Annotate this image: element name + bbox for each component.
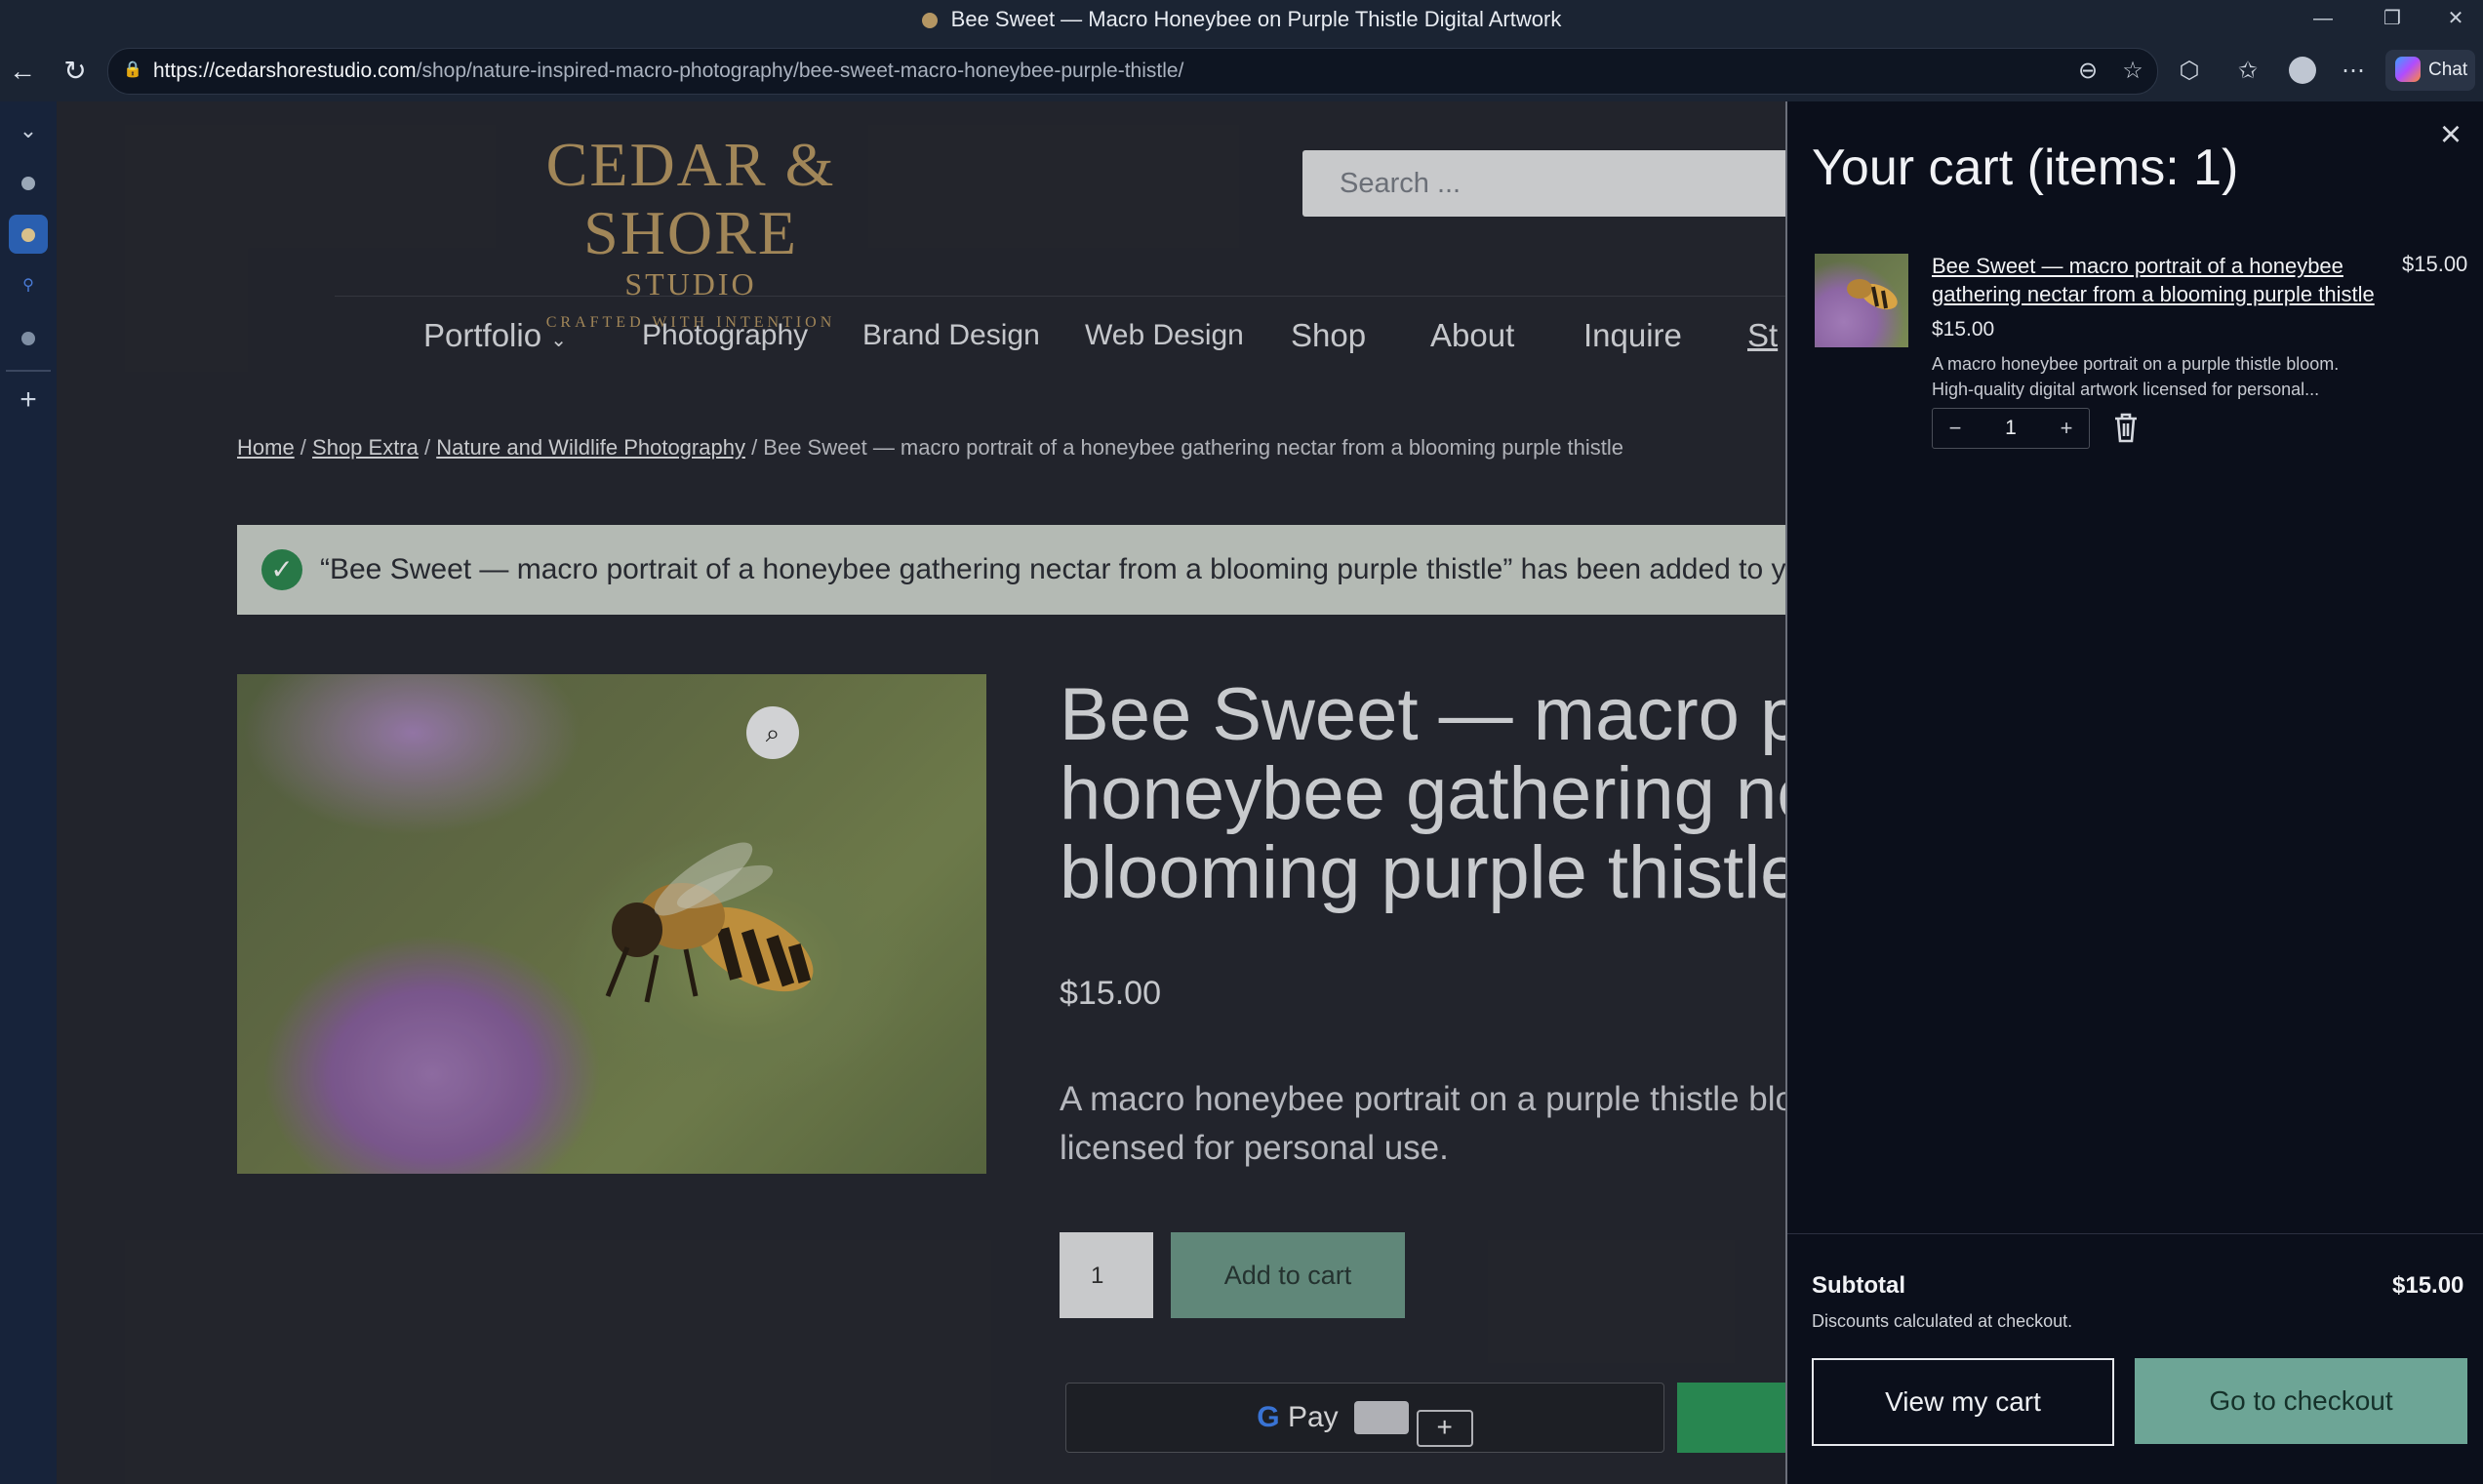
tab-favicon-icon[interactable] [9,163,48,202]
restore-icon[interactable]: ❐ [2365,0,2420,37]
cart-heading: Your cart (items: 1) [1812,140,2239,196]
collapse-chevron-icon[interactable]: ⌄ [9,111,48,150]
close-icon[interactable]: × [2431,115,2470,154]
url-domain: https://cedarshorestudio.com [153,60,417,82]
window-close-icon[interactable]: ✕ [2428,0,2483,37]
quantity-value[interactable]: 1 [1978,409,2044,448]
thumbnail-bee-icon [1847,279,1898,310]
subtotal-value: $15.00 [2392,1272,2464,1299]
cart-footer-divider [1787,1233,2483,1234]
vertical-tabs-sidebar: ⌄ ⚲ + [0,101,57,1484]
subtotal-label: Subtotal [1812,1272,1905,1299]
search-tab-icon[interactable]: ⚲ [9,266,48,305]
window-title-text: Bee Sweet — Macro Honeybee on Purple Thi… [950,7,1562,31]
increase-quantity-button[interactable]: + [2044,409,2089,448]
active-tab-favicon-icon[interactable] [9,215,48,254]
tab-favicon-icon-2[interactable] [9,318,48,357]
reader-icon[interactable]: ⊖ [2071,55,2104,88]
discount-note: Discounts calculated at checkout. [1812,1311,2073,1331]
site-favicon-icon [921,13,938,28]
cart-item-description: A macro honeybee portrait on a purple th… [1932,354,2340,399]
cart-item-line-total: $15.00 [2402,252,2468,276]
chat-label: Chat [2428,60,2468,80]
page-dim-overlay[interactable] [57,101,1785,1484]
quantity-stepper: − 1 + [1932,408,2090,449]
favorites-icon[interactable]: ✩ [2231,55,2264,88]
trash-icon[interactable] [2109,410,2143,445]
copilot-chat-button[interactable]: Chat [2385,50,2475,91]
browser-title-bar: Bee Sweet — Macro Honeybee on Purple Thi… [0,0,2483,37]
sidebar-divider [6,370,51,372]
minimize-icon[interactable]: — [2296,0,2350,37]
checkout-button[interactable]: Go to checkout [2135,1358,2467,1444]
url-path: /shop/nature-inspired-macro-photography/… [416,60,1184,82]
reload-icon[interactable]: ↻ [59,55,92,88]
more-options-icon[interactable]: ⋯ [2337,55,2370,88]
cart-item-price: $15.00 [1932,318,1995,341]
copilot-icon [2395,57,2421,82]
view-cart-button[interactable]: View my cart [1812,1358,2114,1446]
lock-icon: 🔒 [123,61,142,78]
cart-drawer: × Your cart (items: 1) Bee Sweet — macro… [1785,101,2483,1484]
url-text[interactable]: https://cedarshorestudio.com/shop/nature… [153,49,1183,94]
extensions-icon[interactable]: ⬡ [2173,55,2206,88]
cart-item-thumbnail[interactable] [1815,254,1908,347]
window-title: Bee Sweet — Macro Honeybee on Purple Thi… [0,0,2483,37]
decrease-quantity-button[interactable]: − [1933,409,1978,448]
favorite-star-icon[interactable]: ☆ [2116,55,2149,88]
profile-avatar-icon[interactable] [2286,55,2319,88]
back-arrow-icon[interactable]: ← [6,55,39,88]
cart-item-name-link[interactable]: Bee Sweet — macro portrait of a honeybee… [1932,252,2390,308]
new-tab-plus-icon[interactable]: + [9,381,48,420]
address-bar[interactable]: 🔒 https://cedarshorestudio.com/shop/natu… [107,48,2158,95]
